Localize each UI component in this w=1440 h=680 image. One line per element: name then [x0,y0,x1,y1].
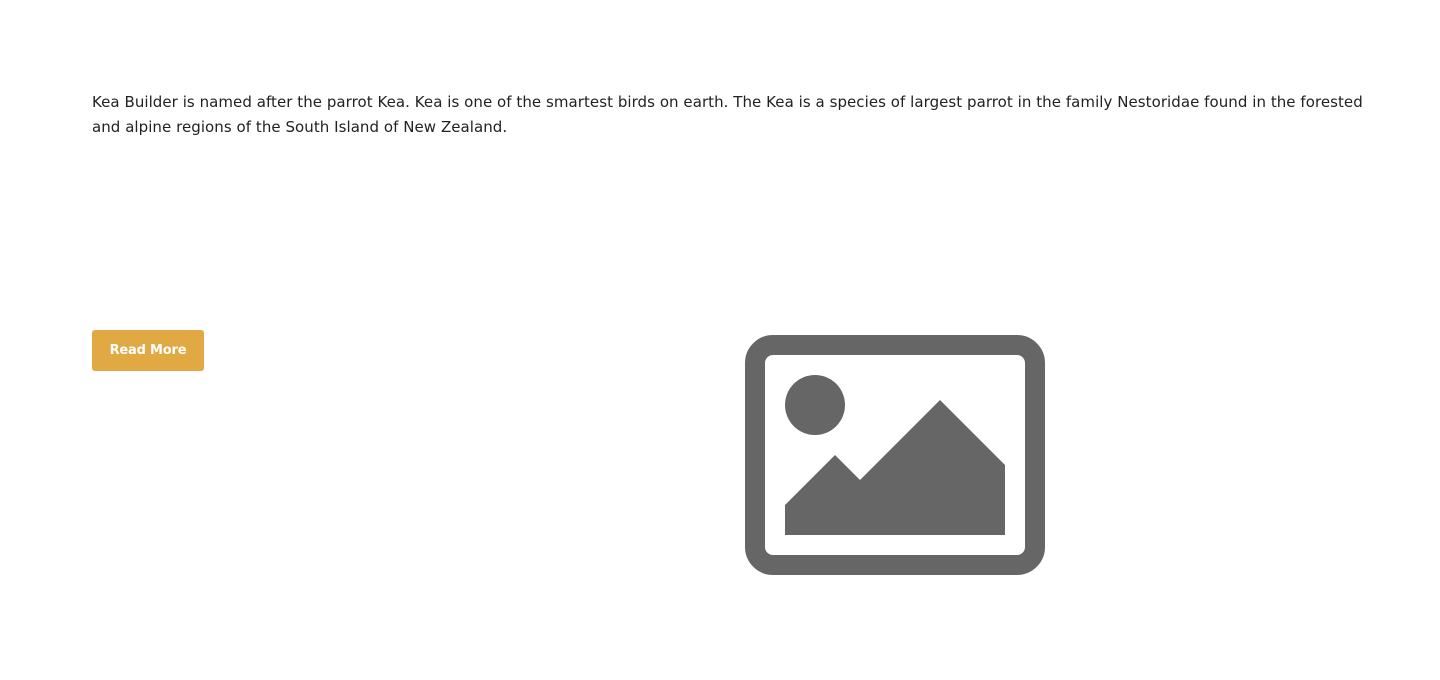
read-more-button[interactable]: Read More [92,330,204,371]
image-placeholder [745,335,1045,575]
image-icon [745,335,1045,575]
sun-shape [785,375,845,435]
intro-paragraph: Kea Builder is named after the parrot Ke… [92,93,1363,136]
